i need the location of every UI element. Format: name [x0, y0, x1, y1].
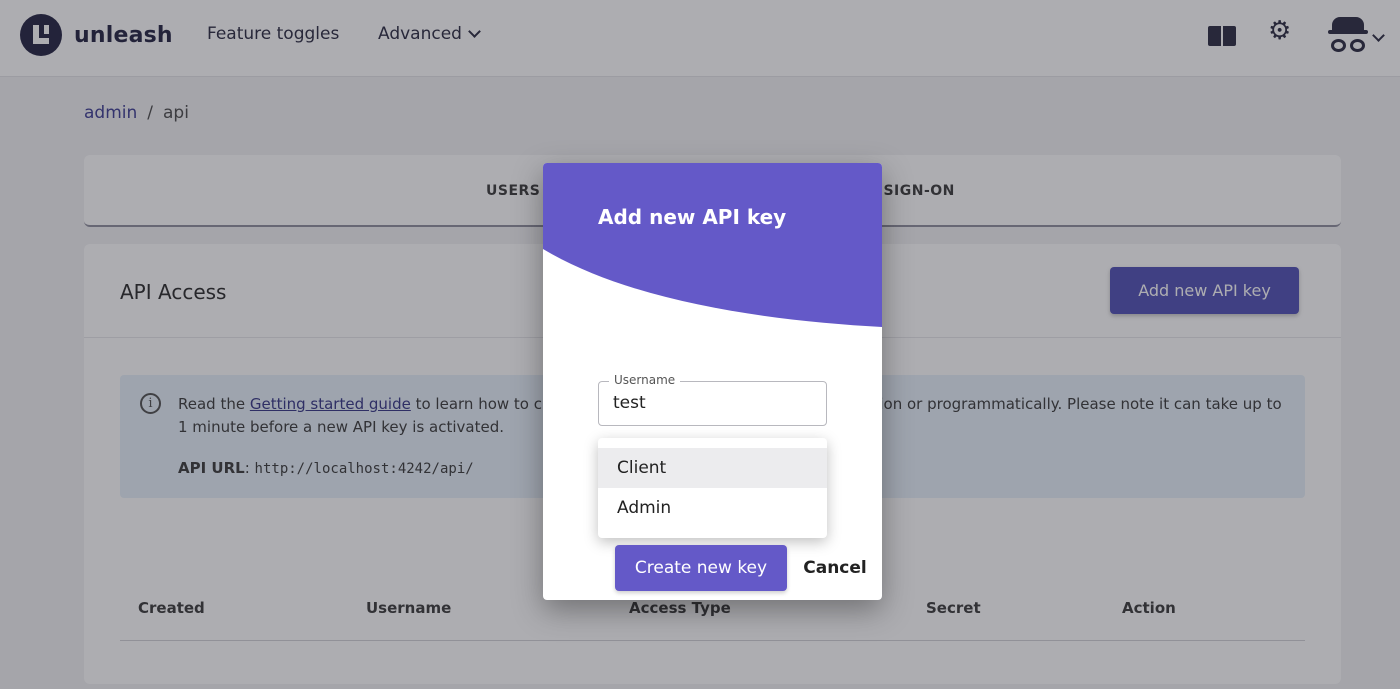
- access-type-dropdown-menu: Client Admin: [598, 438, 827, 538]
- add-api-key-dialog: Add new API key Username Client Admin Cr…: [543, 163, 882, 600]
- menu-item-admin[interactable]: Admin: [598, 488, 827, 528]
- dialog-title: Add new API key: [598, 205, 787, 229]
- username-input[interactable]: [613, 393, 813, 413]
- dialog-header: Add new API key: [543, 163, 882, 333]
- dialog-header-wave: [543, 163, 882, 327]
- cancel-button[interactable]: Cancel: [799, 545, 871, 591]
- username-label: Username: [609, 373, 681, 387]
- username-field[interactable]: Username: [598, 373, 827, 426]
- create-new-key-button[interactable]: Create new key: [615, 545, 787, 591]
- menu-item-client[interactable]: Client: [598, 448, 827, 488]
